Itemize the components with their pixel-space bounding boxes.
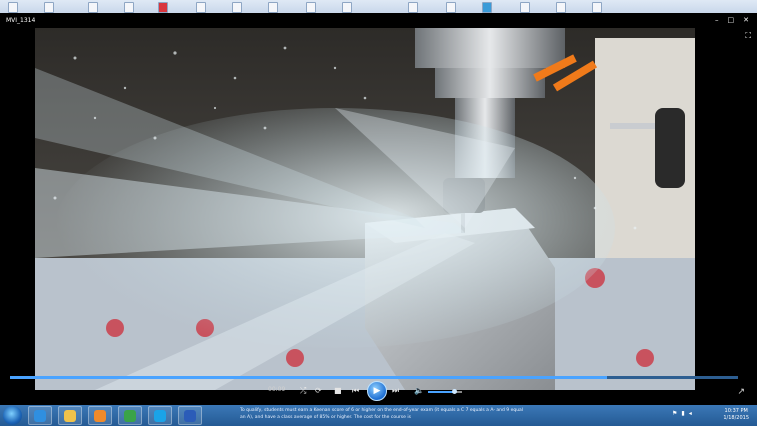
- taskbar-skype-button[interactable]: [148, 406, 172, 425]
- desktop-file-icon[interactable]: [44, 2, 54, 13]
- switch-view-icon[interactable]: ⛶: [745, 31, 751, 41]
- desktop-file-icon[interactable]: [408, 2, 418, 13]
- chrome-icon: [124, 409, 136, 422]
- taskbar-internet-explorer-button[interactable]: [28, 406, 52, 425]
- video-frame[interactable]: [35, 28, 695, 390]
- desktop-file-icon[interactable]: [196, 2, 206, 13]
- skype-icon: [154, 409, 166, 422]
- previous-icon[interactable]: ⏮: [352, 386, 359, 396]
- desktop-icon-strip: [0, 0, 757, 14]
- cnc-milling-video-image: [35, 28, 695, 390]
- volume-knob[interactable]: [451, 389, 457, 394]
- taskbar-word-button[interactable]: [178, 406, 202, 425]
- elapsed-time: 00:09: [268, 386, 286, 393]
- desktop-file-icon[interactable]: [482, 2, 492, 13]
- media-player-icon: [94, 409, 106, 422]
- notification-text: To qualify, students must earn a Keenan …: [240, 408, 524, 420]
- taskbar: To qualify, students must earn a Keenan …: [0, 405, 757, 426]
- taskbar-media-player-button[interactable]: [88, 406, 112, 425]
- file-explorer-icon: [64, 409, 76, 422]
- clock-date: 1/18/2015: [723, 415, 749, 421]
- taskbar-file-explorer-button[interactable]: [58, 406, 82, 425]
- desktop-file-icon[interactable]: [520, 2, 530, 13]
- tray-network-icon[interactable]: ▮: [681, 410, 684, 417]
- media-player-window: MVI_1314 – □ ✕ ⛶ 00:09 ⤮ ⟳ ■ ⏮ ▶ ⏭ 🔈 ↗: [0, 13, 757, 405]
- play-button[interactable]: ▶: [367, 381, 387, 401]
- maximize-button[interactable]: □: [728, 13, 735, 28]
- desktop-file-icon[interactable]: [592, 2, 602, 13]
- switch-to-library-icon[interactable]: ↗: [737, 387, 745, 397]
- title-bar[interactable]: MVI_1314 – □ ✕: [0, 13, 757, 28]
- desktop-file-icon[interactable]: [8, 2, 18, 13]
- desktop-file-icon[interactable]: [124, 2, 134, 13]
- playback-controls: 00:09 ⤮ ⟳ ■ ⏮ ▶ ⏭ 🔈 ↗: [0, 379, 757, 405]
- desktop-file-icon[interactable]: [556, 2, 566, 13]
- clock[interactable]: 10:37 PM 1/18/2015: [723, 408, 749, 422]
- stop-icon[interactable]: ■: [334, 386, 342, 395]
- taskbar-chrome-button[interactable]: [118, 406, 142, 425]
- clock-time: 10:37 PM: [724, 408, 748, 414]
- volume-slider[interactable]: [428, 389, 462, 394]
- desktop-file-icon[interactable]: [268, 2, 278, 13]
- desktop-file-icon[interactable]: [88, 2, 98, 13]
- system-tray: ⚑ ▮ ◂: [672, 410, 692, 417]
- desktop-file-icon[interactable]: [342, 2, 352, 13]
- desktop-file-icon[interactable]: [232, 2, 242, 13]
- tray-flag-icon[interactable]: ⚑: [672, 410, 677, 417]
- minimize-button[interactable]: –: [715, 13, 719, 28]
- shuffle-icon[interactable]: ⤮: [300, 386, 306, 396]
- desktop-pdf-icon[interactable]: [158, 2, 168, 13]
- volume-icon[interactable]: 🔈: [414, 386, 424, 395]
- word-icon: [184, 409, 196, 422]
- window-controls: – □ ✕: [715, 13, 749, 28]
- desktop-file-icon[interactable]: [306, 2, 316, 13]
- internet-explorer-icon: [34, 409, 46, 422]
- repeat-icon[interactable]: ⟳: [315, 386, 322, 395]
- close-button[interactable]: ✕: [743, 13, 749, 28]
- desktop-file-icon[interactable]: [446, 2, 456, 13]
- window-title: MVI_1314: [6, 17, 36, 24]
- tray-volume-icon[interactable]: ◂: [689, 410, 692, 417]
- volume-level: [428, 391, 454, 393]
- start-button[interactable]: [3, 406, 22, 425]
- next-icon[interactable]: ⏭: [392, 386, 399, 396]
